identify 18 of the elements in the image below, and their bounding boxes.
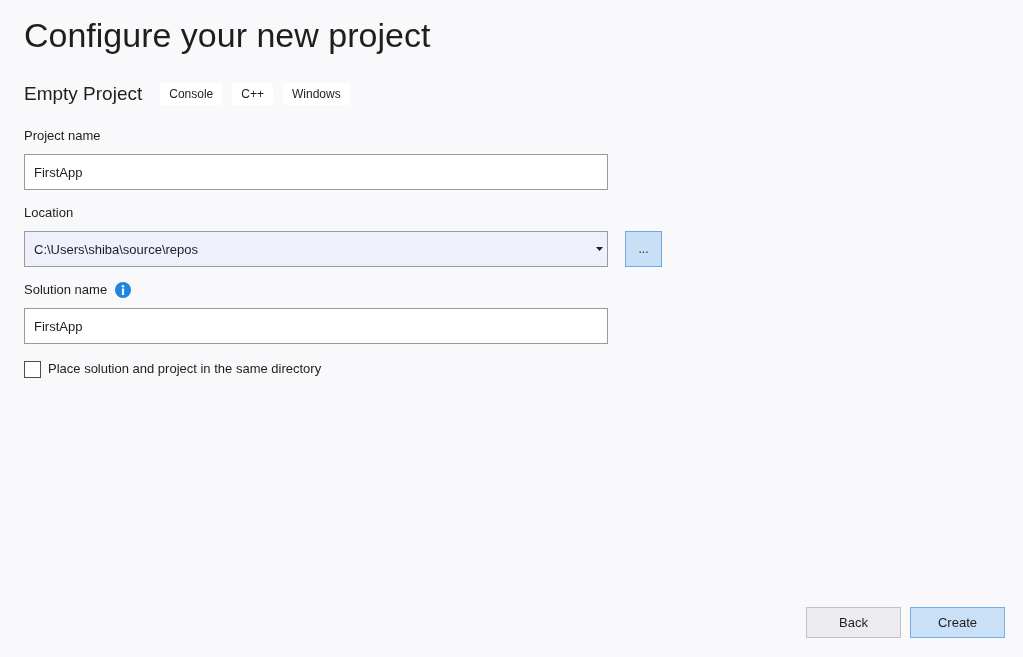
text-input[interactable]: FirstApp bbox=[24, 154, 608, 190]
template-name: Empty Project bbox=[24, 82, 143, 106]
info-icon[interactable] bbox=[115, 282, 132, 298]
field-label: Solution name bbox=[24, 281, 108, 299]
field-label: Location bbox=[24, 204, 74, 222]
create-button[interactable]: Create bbox=[910, 607, 1005, 638]
checkbox[interactable] bbox=[24, 360, 41, 378]
template-tag: Console bbox=[160, 83, 223, 105]
template-tag: C++ bbox=[232, 83, 273, 105]
field-label: Project name bbox=[24, 127, 101, 145]
caret-icon bbox=[596, 247, 603, 251]
page-title: Configure your new project bbox=[24, 15, 431, 55]
template-tag: Windows bbox=[283, 83, 350, 105]
back-button[interactable]: Back bbox=[806, 607, 901, 638]
location-dropdown[interactable]: C:\Users\shiba\source\repos bbox=[24, 231, 608, 267]
browse-button[interactable]: ... bbox=[625, 231, 662, 267]
text-input[interactable]: FirstApp bbox=[24, 308, 608, 344]
checkbox-label: Place solution and project in the same directory bbox=[48, 360, 322, 378]
